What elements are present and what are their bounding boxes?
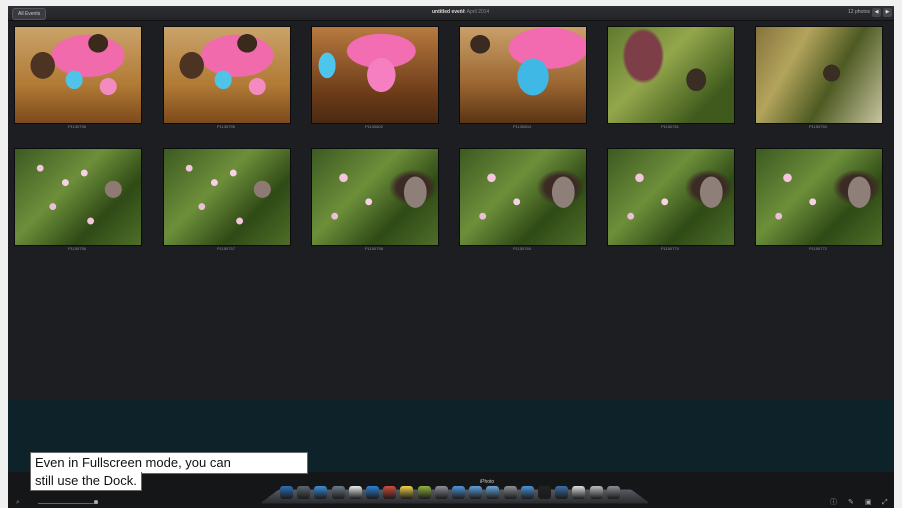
all-events-button[interactable]: All Events — [12, 8, 47, 20]
photo-thumbnail[interactable] — [607, 148, 735, 246]
photo-caption: P1150758 — [365, 246, 383, 251]
photo-thumbnail[interactable] — [607, 26, 735, 124]
photo-thumbnail[interactable] — [163, 148, 291, 246]
triangle-right-icon: ▶ — [885, 9, 890, 15]
status-bar: ⌕ ⓘ ✎ ▣ ⤢ — [8, 498, 894, 508]
photo-thumbnail[interactable] — [755, 148, 883, 246]
caption-callout-line-2: still use the Dock. — [30, 472, 142, 491]
previous-event-button[interactable]: ◀ — [872, 8, 881, 17]
next-event-button[interactable]: ▶ — [883, 8, 892, 17]
photo-thumbnail[interactable] — [163, 26, 291, 124]
photo-caption: P1150757 — [217, 246, 235, 251]
photo-caption: P1130802 — [365, 124, 383, 129]
photo-caption: P1150772 — [809, 246, 827, 251]
event-toolbar: All Events untitled event 15 April 2014 … — [8, 6, 894, 21]
photo-thumbnail[interactable] — [14, 26, 142, 124]
photo-caption: P1130804 — [513, 124, 531, 129]
photo-caption: P1150750 — [809, 124, 827, 129]
photo-thumbnail[interactable] — [14, 148, 142, 246]
info-icon[interactable]: ⓘ — [830, 498, 837, 508]
zoom-slider[interactable] — [38, 503, 98, 504]
iphoto-fullscreen-window: All Events untitled event 15 April 2014 … — [8, 6, 894, 508]
photo-caption: P1130795 — [217, 124, 235, 129]
photo-thumbnail[interactable] — [459, 148, 587, 246]
triangle-left-icon: ◀ — [874, 9, 879, 15]
dock-app-label: iPhoto — [480, 479, 495, 485]
share-icon[interactable]: ▣ — [865, 498, 872, 508]
magnifier-icon: ⌕ — [16, 499, 20, 506]
event-date: 15 April 2014 — [460, 9, 490, 15]
caption-callout: Even in Fullscreen mode, you can — [30, 452, 308, 474]
photo-thumbnail[interactable] — [755, 26, 883, 124]
photo-thumbnail[interactable] — [459, 26, 587, 124]
callout-line-1: Even in Fullscreen mode, you can — [35, 455, 231, 470]
photo-caption: P1150751 — [661, 124, 679, 129]
exit-fullscreen-icon[interactable]: ⤢ — [882, 498, 888, 508]
photo-caption: P1150770 — [661, 246, 679, 251]
photo-caption: P1150760 — [513, 246, 531, 251]
zoom-slider-knob[interactable] — [94, 500, 98, 504]
pencil-icon[interactable]: ✎ — [848, 498, 854, 508]
photo-count: 12 photos — [848, 9, 870, 15]
photo-thumbnail[interactable] — [311, 148, 439, 246]
photo-thumbnail[interactable] — [311, 26, 439, 124]
callout-line-2: still use the Dock. — [35, 473, 137, 488]
photo-caption: P1150756 — [68, 246, 86, 251]
photo-caption: P1130796 — [68, 124, 86, 129]
